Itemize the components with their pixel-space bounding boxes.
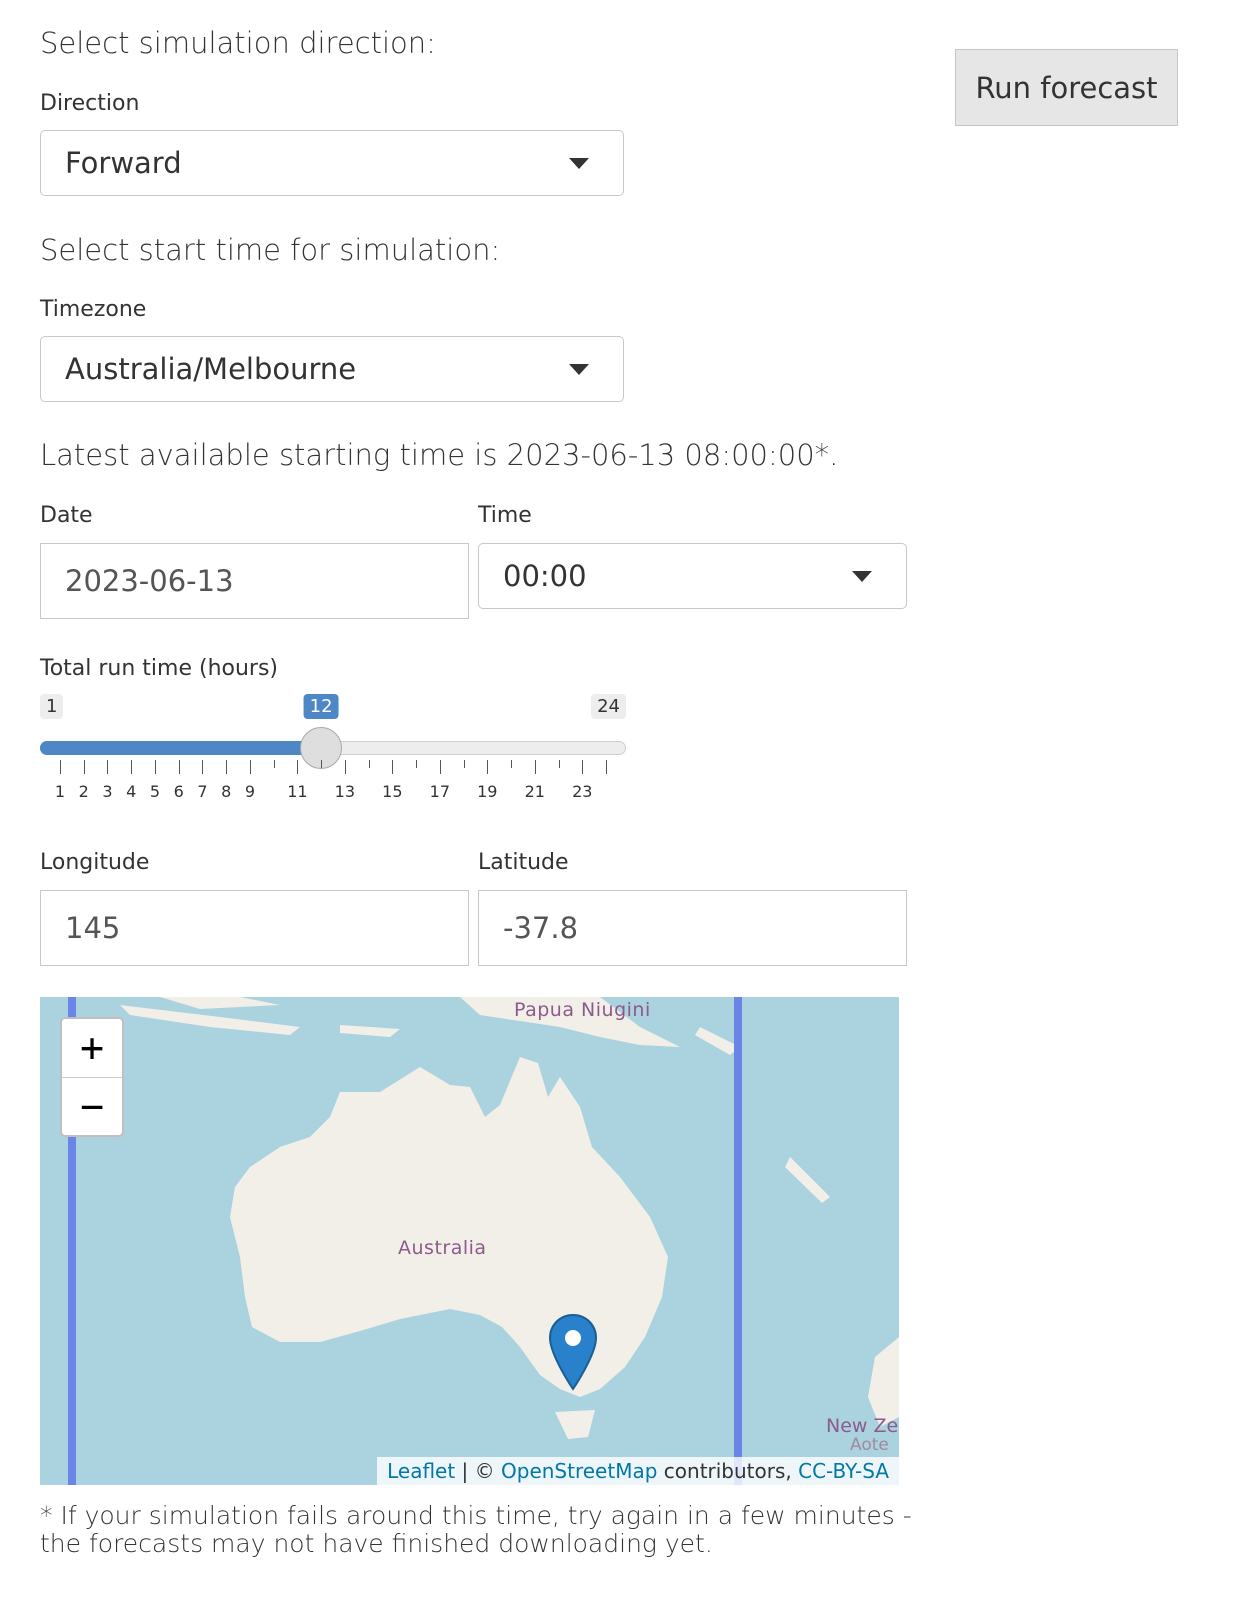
slider-tick-label: 3 (102, 782, 113, 801)
timezone-select[interactable]: Australia/Melbourne (40, 336, 624, 402)
date-input[interactable]: 2023-06-13 (40, 543, 469, 619)
slider-max-label: 24 (591, 694, 626, 719)
attribution-sep: | © (455, 1459, 502, 1483)
slider-tick (273, 760, 275, 768)
timezone-value: Australia/Melbourne (65, 352, 357, 386)
map-label-aotearoa: Aote (850, 1435, 889, 1455)
openstreetmap-link[interactable]: OpenStreetMap (501, 1459, 657, 1483)
slider-tick-label: 4 (126, 782, 137, 801)
map-marker-icon[interactable] (548, 1313, 598, 1391)
slider-tick-label: 1 (54, 782, 66, 801)
slider-value-label: 12 (303, 694, 339, 719)
slider-tick (344, 760, 346, 774)
date-value: 2023-06-13 (65, 564, 234, 598)
slider-tick (392, 760, 394, 774)
slider-tick (297, 760, 299, 774)
map-attribution: Leaflet | © OpenStreetMap contributors, … (377, 1457, 899, 1485)
slider-tick (60, 760, 61, 774)
slider-tick (582, 760, 584, 774)
direction-select[interactable]: Forward (40, 130, 624, 196)
slider-tick (226, 760, 228, 774)
slider-tick-label: 2 (78, 782, 89, 801)
direction-label: Direction (40, 91, 140, 116)
time-value: 00:00 (503, 559, 587, 593)
map[interactable]: Papua Niugini Australia New Ze Aote + − … (40, 997, 899, 1485)
slider-tick (463, 760, 465, 768)
slider-tick-label: 6 (173, 782, 184, 801)
slider-tick (511, 760, 513, 768)
slider-ticks: 1 2 3 4 5 6 7 8 9 11 13 15 17 19 21 23 (40, 760, 626, 810)
slider-tick (487, 760, 489, 774)
slider-tick (416, 760, 418, 768)
latitude-label: Latitude (478, 850, 569, 875)
slider-tick-label: 11 (287, 782, 308, 801)
zoom-control: + − (60, 1017, 124, 1137)
leaflet-link[interactable]: Leaflet (387, 1459, 455, 1483)
date-label: Date (40, 503, 93, 528)
slider-tick (83, 760, 85, 774)
latest-time-text: Latest available starting time is 2023-0… (40, 438, 839, 472)
slider-tick-label: 8 (221, 782, 232, 801)
chevron-down-icon (569, 364, 589, 375)
slider-tick (321, 760, 323, 768)
slider-tick-label: 23 (572, 782, 593, 801)
longitude-label: Longitude (40, 850, 150, 875)
footnote-text: * If your simulation fails around this t… (40, 1501, 912, 1558)
slider-tick (439, 760, 441, 774)
slider-tick (154, 760, 156, 774)
slider-tick (558, 760, 560, 768)
timezone-label: Timezone (40, 297, 147, 322)
chevron-down-icon (569, 158, 589, 169)
time-select[interactable]: 00:00 (478, 543, 907, 609)
latitude-value: -37.8 (503, 911, 579, 945)
slider-tick-label: 13 (334, 782, 356, 801)
slider-tick (131, 760, 133, 774)
zoom-in-button[interactable]: + (62, 1019, 122, 1078)
slider-tick-label: 17 (429, 782, 450, 801)
slider-tick-label: 9 (244, 782, 255, 801)
map-label-papua: Papua Niugini (514, 999, 651, 1021)
slider-tick (107, 760, 109, 774)
slider-tick-label: 5 (149, 782, 161, 801)
map-label-australia: Australia (398, 1237, 487, 1259)
slider-tick (606, 760, 607, 774)
slider-tick (202, 760, 204, 774)
run-time-label: Total run time (hours) (40, 656, 279, 681)
run-time-slider[interactable]: 1 24 12 1 2 3 4 5 6 7 8 9 11 13 15 17 19 21 23 (40, 694, 626, 814)
license-link[interactable]: CC-BY-SA (798, 1459, 889, 1483)
slider-tick (534, 760, 536, 774)
time-label: Time (478, 503, 532, 528)
slider-fill (40, 741, 322, 755)
zoom-out-button[interactable]: − (62, 1078, 122, 1136)
slider-tick (178, 760, 180, 774)
start-time-heading: Select start time for simulation: (40, 233, 501, 267)
slider-tick-label: 21 (524, 782, 545, 801)
slider-tick-label: 19 (477, 782, 498, 801)
slider-tick-label: 7 (197, 782, 208, 801)
longitude-value: 145 (65, 911, 121, 945)
direction-heading: Select simulation direction: (40, 26, 436, 60)
slider-tick-label: 15 (382, 782, 403, 801)
slider-tick (249, 760, 251, 774)
slider-min-label: 1 (40, 694, 64, 719)
chevron-down-icon (852, 571, 872, 582)
slider-tick (368, 760, 370, 768)
direction-value: Forward (65, 146, 182, 180)
attribution-contributors: contributors, (657, 1459, 799, 1483)
latitude-input[interactable]: -37.8 (478, 890, 907, 966)
run-forecast-button[interactable]: Run forecast (955, 49, 1178, 126)
map-label-new-zealand: New Ze (826, 1415, 899, 1437)
longitude-input[interactable]: 145 (40, 890, 469, 966)
